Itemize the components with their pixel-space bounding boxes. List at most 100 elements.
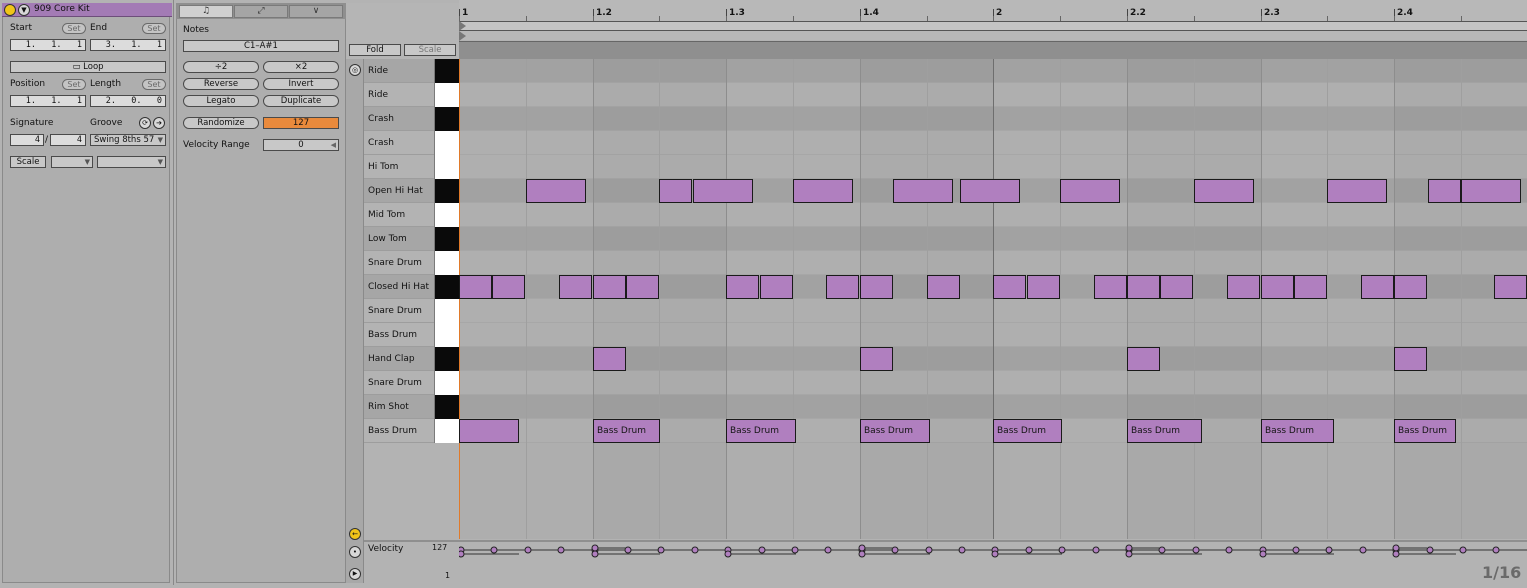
clip-title[interactable]: 909 Core Kit [34,4,90,15]
lane-row[interactable]: Hand Clap [364,347,459,371]
end-field[interactable]: 3. 1. 1 [90,39,166,51]
midi-note[interactable] [693,179,753,203]
white-key[interactable] [434,131,459,155]
scrub-area[interactable] [459,41,1527,59]
black-key[interactable] [434,227,459,251]
velocity-handle[interactable] [858,550,866,558]
midi-note[interactable] [1327,179,1387,203]
fold-button[interactable]: Fold [349,44,401,56]
velocity-handle[interactable] [1392,544,1400,552]
velocity-handle[interactable] [1192,546,1200,554]
midi-note[interactable] [893,179,953,203]
midi-note[interactable] [1127,347,1160,371]
white-key[interactable] [434,83,459,107]
velocity-toggle-icon[interactable]: • [349,546,361,558]
velocity-handle[interactable] [591,550,599,558]
midi-note[interactable] [1461,179,1521,203]
velocity-handle[interactable] [524,546,532,554]
midi-note[interactable] [726,275,759,299]
clip-fold-icon[interactable]: ▼ [18,4,30,16]
velocity-stems[interactable] [457,542,1527,585]
scale-name-dropdown[interactable]: ▼ [97,156,166,168]
midi-note[interactable] [1428,179,1461,203]
velocity-handle[interactable] [758,546,766,554]
timeline-ruler[interactable]: 1 1.2 1.3 1.4 2 2.2 2.3 2.4 [459,0,1527,40]
velocity-handle[interactable] [991,550,999,558]
midi-note[interactable] [860,275,893,299]
midi-note[interactable] [993,275,1026,299]
midi-note[interactable] [1127,275,1160,299]
start-field[interactable]: 1. 1. 1 [10,39,86,51]
midi-note[interactable]: Bass Drum [860,419,930,443]
loop-brace[interactable] [459,21,1527,31]
loop-start-marker[interactable] [459,21,466,31]
randomize-amount-field[interactable]: 127 [263,117,339,129]
black-key[interactable] [434,59,459,83]
white-key[interactable] [434,323,459,347]
velocity-handle[interactable] [1392,550,1400,558]
lane-row[interactable]: Bass Drum [364,323,459,347]
halve-button[interactable]: ÷2 [183,61,259,73]
position-field[interactable]: 1. 1. 1 [10,95,86,107]
signature-numerator[interactable]: 4 [10,134,44,146]
midi-note[interactable] [659,179,692,203]
length-set-button[interactable]: Set [142,79,166,90]
velocity-handle[interactable] [824,546,832,554]
midi-note[interactable] [559,275,592,299]
loop-button[interactable]: ▭ Loop [10,61,166,73]
white-key[interactable] [434,299,459,323]
signature-denominator[interactable]: 4 [50,134,86,146]
preview-headphones-icon[interactable]: ◎ [349,64,361,76]
midi-note[interactable] [492,275,525,299]
midi-note[interactable] [760,275,793,299]
velocity-handle[interactable] [858,544,866,552]
invert-button[interactable]: Invert [263,78,339,90]
randomize-button[interactable]: Randomize [183,117,259,129]
midi-note[interactable]: Bass Drum [593,419,660,443]
end-set-button[interactable]: Set [142,23,166,34]
midi-note[interactable] [1394,275,1427,299]
black-key[interactable] [434,347,459,371]
black-key[interactable] [434,395,459,419]
white-key[interactable] [434,155,459,179]
lane-row[interactable]: Snare Drum [364,371,459,395]
midi-note[interactable] [1160,275,1193,299]
lane-row[interactable]: Snare Drum [364,299,459,323]
midi-note[interactable] [526,179,586,203]
groove-commit-icon[interactable]: ➔ [153,117,165,129]
midi-note[interactable] [1294,275,1327,299]
velocity-handle[interactable] [1025,546,1033,554]
white-key[interactable] [434,251,459,275]
velocity-lane[interactable] [457,540,1527,585]
velocity-handle[interactable] [591,544,599,552]
velocity-handle[interactable] [1459,546,1467,554]
black-key[interactable] [434,107,459,131]
velocity-handle[interactable] [1492,546,1500,554]
midi-note[interactable] [1227,275,1260,299]
play-icon[interactable]: ▶ [349,568,361,580]
midi-note[interactable] [1494,275,1527,299]
lane-row[interactable]: Closed Hi Hat [364,275,459,299]
midi-note[interactable] [1261,275,1294,299]
velocity-handle[interactable] [1125,550,1133,558]
lane-row[interactable]: Rim Shot [364,395,459,419]
position-set-button[interactable]: Set [62,79,86,90]
midi-note[interactable] [1194,179,1254,203]
length-field[interactable]: 2. 0. 0 [90,95,166,107]
lane-row[interactable]: Hi Tom [364,155,459,179]
midi-note[interactable] [1361,275,1394,299]
lane-row[interactable]: Ride [364,59,459,83]
velocity-handle[interactable] [724,550,732,558]
lane-row[interactable]: Mid Tom [364,203,459,227]
duplicate-button[interactable]: Duplicate [263,95,339,107]
velocity-handle[interactable] [457,550,465,558]
note-range-field[interactable]: C1–A#1 [183,40,339,52]
black-key[interactable] [434,179,459,203]
lane-row[interactable]: Crash [364,107,459,131]
reverse-button[interactable]: Reverse [183,78,259,90]
midi-note[interactable] [1027,275,1060,299]
lane-row[interactable]: Bass Drum [364,419,459,443]
lane-row[interactable]: Snare Drum [364,251,459,275]
scale-highlight-button[interactable]: Scale [404,44,456,56]
midi-note[interactable] [1394,347,1427,371]
